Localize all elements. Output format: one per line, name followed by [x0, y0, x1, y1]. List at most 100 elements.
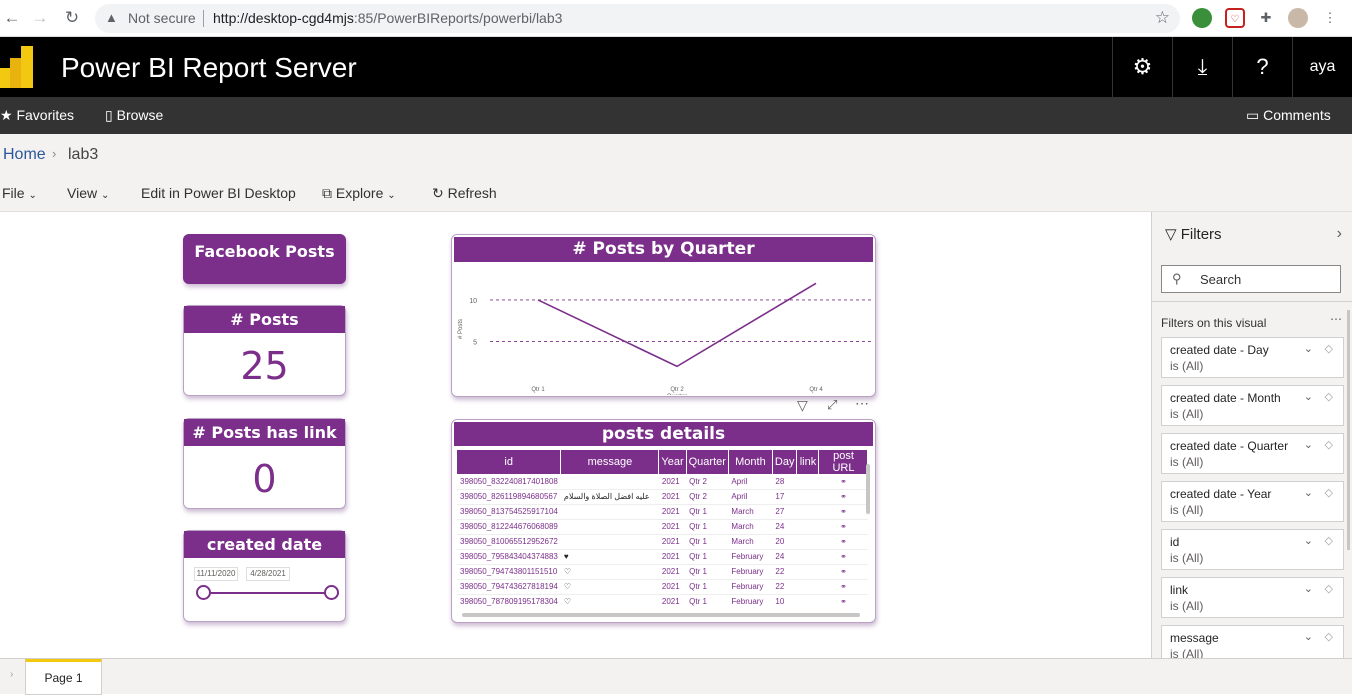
clear-filter-icon[interactable]: ◇ — [1325, 630, 1333, 643]
column-header[interactable]: Month — [728, 450, 772, 474]
filter-card[interactable]: created date - Yearis (All)⌄◇ — [1161, 481, 1344, 522]
page-tabs-bar: › Page 1 — [0, 658, 1352, 694]
filter-card[interactable]: created date - Dayis (All)⌄◇ — [1161, 337, 1344, 378]
chevron-down-icon[interactable]: ⌄ — [1304, 390, 1313, 403]
chevron-down-icon[interactable]: ⌄ — [1304, 438, 1313, 451]
clear-filter-icon[interactable]: ◇ — [1325, 534, 1333, 547]
column-header[interactable]: post URL — [819, 450, 868, 474]
filters-search-input[interactable]: ⚲ Search — [1161, 265, 1341, 293]
address-bar[interactable]: ▲ Not secure http://desktop-cgd4mjs:85/P… — [95, 4, 1180, 33]
table-row[interactable]: 398050_794743627818194♡2021Qtr 1February… — [457, 579, 868, 594]
url-text[interactable]: http://desktop-cgd4mjs:85/PowerBIReports… — [213, 10, 562, 26]
extensions-puzzle-icon[interactable]: ✚ — [1256, 8, 1276, 28]
edit-desktop-button[interactable]: Edit in Power BI Desktop — [141, 185, 296, 201]
more-options-icon[interactable]: ⋯ — [1330, 312, 1342, 326]
view-menu[interactable]: View ⌄ — [67, 185, 109, 201]
slicer-end-date[interactable]: 4/28/2021 — [246, 567, 290, 581]
table-row[interactable]: 398050_8122446760680892021Qtr 1March24⚭ — [457, 519, 868, 534]
link-icon[interactable]: ⚭ — [819, 489, 868, 504]
refresh-button[interactable]: ↻ Refresh — [432, 185, 497, 202]
filter-card[interactable]: idis (All)⌄◇ — [1161, 529, 1344, 570]
settings-gear-icon[interactable]: ⚙ — [1112, 37, 1172, 97]
clear-filter-icon[interactable]: ◇ — [1325, 582, 1333, 595]
previous-page-icon[interactable]: › — [10, 669, 13, 680]
filter-value: is (All) — [1170, 599, 1203, 613]
column-header[interactable]: link — [797, 450, 819, 474]
filter-card[interactable]: created date - Quarteris (All)⌄◇ — [1161, 433, 1344, 474]
vertical-scrollbar[interactable] — [866, 464, 870, 514]
collapse-pane-chevron-icon[interactable]: › — [1337, 225, 1342, 243]
chevron-down-icon[interactable]: ⌄ — [1304, 582, 1313, 595]
clear-filter-icon[interactable]: ◇ — [1325, 390, 1333, 403]
column-header[interactable]: Quarter — [686, 450, 728, 474]
divider — [203, 10, 204, 27]
chevron-down-icon[interactable]: ⌄ — [1304, 342, 1313, 355]
table-row[interactable]: 398050_794743801151510♡2021Qtr 1February… — [457, 564, 868, 579]
table-row[interactable]: 398050_787809195178304♡2021Qtr 1February… — [457, 594, 868, 608]
extension-pocket-icon[interactable]: ♡ — [1225, 8, 1245, 28]
url-host: http://desktop-cgd4mjs — [213, 10, 354, 26]
slicer-handle-end[interactable] — [324, 585, 339, 600]
table-body-viewport: idmessageYearQuarterMonthDaylinkpost URL… — [457, 450, 870, 608]
download-icon[interactable]: ⤓ — [1172, 37, 1232, 97]
table-row[interactable]: 398050_826119894680567عليه افضل الصلاة و… — [457, 489, 868, 504]
horizontal-scrollbar[interactable] — [462, 613, 860, 617]
slicer-handle-start[interactable] — [196, 585, 211, 600]
column-header[interactable]: id — [457, 450, 561, 474]
help-icon[interactable]: ? — [1232, 37, 1292, 97]
breadcrumb-home[interactable]: Home — [3, 146, 46, 164]
chevron-down-icon: ⌄ — [28, 190, 36, 201]
column-header[interactable]: Year — [659, 450, 686, 474]
link-icon[interactable]: ⚭ — [819, 504, 868, 519]
kpi-card-posts[interactable]: # Posts 25 — [183, 305, 346, 396]
page-tab-1[interactable]: Page 1 — [25, 659, 102, 695]
link-icon[interactable]: ⚭ — [819, 594, 868, 608]
browse-link[interactable]: ▯ Browse — [105, 107, 163, 124]
table-cell: 398050_812244676068089 — [457, 519, 561, 534]
pane-scrollbar[interactable] — [1347, 310, 1350, 550]
date-slicer[interactable]: created date 11/11/2020 4/28/2021 — [183, 530, 346, 622]
back-icon[interactable]: ← — [0, 7, 24, 29]
forward-icon[interactable]: → — [28, 7, 52, 29]
link-icon[interactable]: ⚭ — [819, 549, 868, 564]
table-row[interactable]: 398050_8137545259171042021Qtr 1March27⚭ — [457, 504, 868, 519]
chevron-down-icon[interactable]: ⌄ — [1304, 630, 1313, 643]
table-row[interactable]: 398050_8322408174018082021Qtr 2April28⚭ — [457, 474, 868, 489]
clear-filter-icon[interactable]: ◇ — [1325, 438, 1333, 451]
reload-icon[interactable]: ↻ — [60, 7, 84, 29]
link-icon[interactable]: ⚭ — [819, 519, 868, 534]
favorites-link[interactable]: ★ Favorites — [0, 107, 74, 124]
chevron-down-icon[interactable]: ⌄ — [1304, 486, 1313, 499]
posts-by-quarter-chart[interactable]: # Posts by Quarter 105Qtr 1Qtr 2Qtr 4Qua… — [451, 234, 876, 397]
clear-filter-icon[interactable]: ◇ — [1325, 342, 1333, 355]
file-menu[interactable]: File ⌄ — [2, 185, 37, 201]
filter-value: is (All) — [1170, 455, 1203, 469]
table-row[interactable]: 398050_8100655129526722021Qtr 1March20⚭ — [457, 534, 868, 549]
link-icon[interactable]: ⚭ — [819, 474, 868, 489]
link-icon[interactable]: ⚭ — [819, 564, 868, 579]
table-row[interactable]: 398050_795843404374883♥2021Qtr 1February… — [457, 549, 868, 564]
posts-details-table[interactable]: posts details idmessageYearQuarterMonthD… — [451, 419, 876, 623]
link-icon[interactable]: ⚭ — [819, 534, 868, 549]
bookmark-star-icon[interactable]: ☆ — [1155, 8, 1170, 28]
filter-card[interactable]: linkis (All)⌄◇ — [1161, 577, 1344, 618]
column-header[interactable]: Day — [772, 450, 797, 474]
extension-globe-icon[interactable] — [1192, 8, 1212, 28]
focus-mode-icon[interactable]: ⤢ — [827, 397, 837, 413]
profile-avatar[interactable] — [1288, 8, 1308, 28]
column-header[interactable]: message — [561, 450, 659, 474]
kpi-card-links[interactable]: # Posts has link 0 — [183, 418, 346, 509]
slicer-start-date[interactable]: 11/11/2020 — [194, 567, 238, 581]
chevron-down-icon[interactable]: ⌄ — [1304, 534, 1313, 547]
link-icon[interactable]: ⚭ — [819, 579, 868, 594]
filter-icon[interactable]: ▽ — [797, 397, 808, 414]
power-bi-logo — [0, 46, 36, 88]
filter-card[interactable]: created date - Monthis (All)⌄◇ — [1161, 385, 1344, 426]
table-cell: 2021 — [659, 519, 686, 534]
explore-menu[interactable]: ⧉ Explore ⌄ — [322, 185, 396, 202]
user-name[interactable]: aya — [1292, 37, 1352, 97]
clear-filter-icon[interactable]: ◇ — [1325, 486, 1333, 499]
more-options-icon[interactable]: ⋯ — [855, 395, 869, 412]
menu-kebab-icon[interactable]: ⋮ — [1320, 8, 1340, 28]
comments-button[interactable]: ▭ Comments — [1246, 107, 1331, 124]
